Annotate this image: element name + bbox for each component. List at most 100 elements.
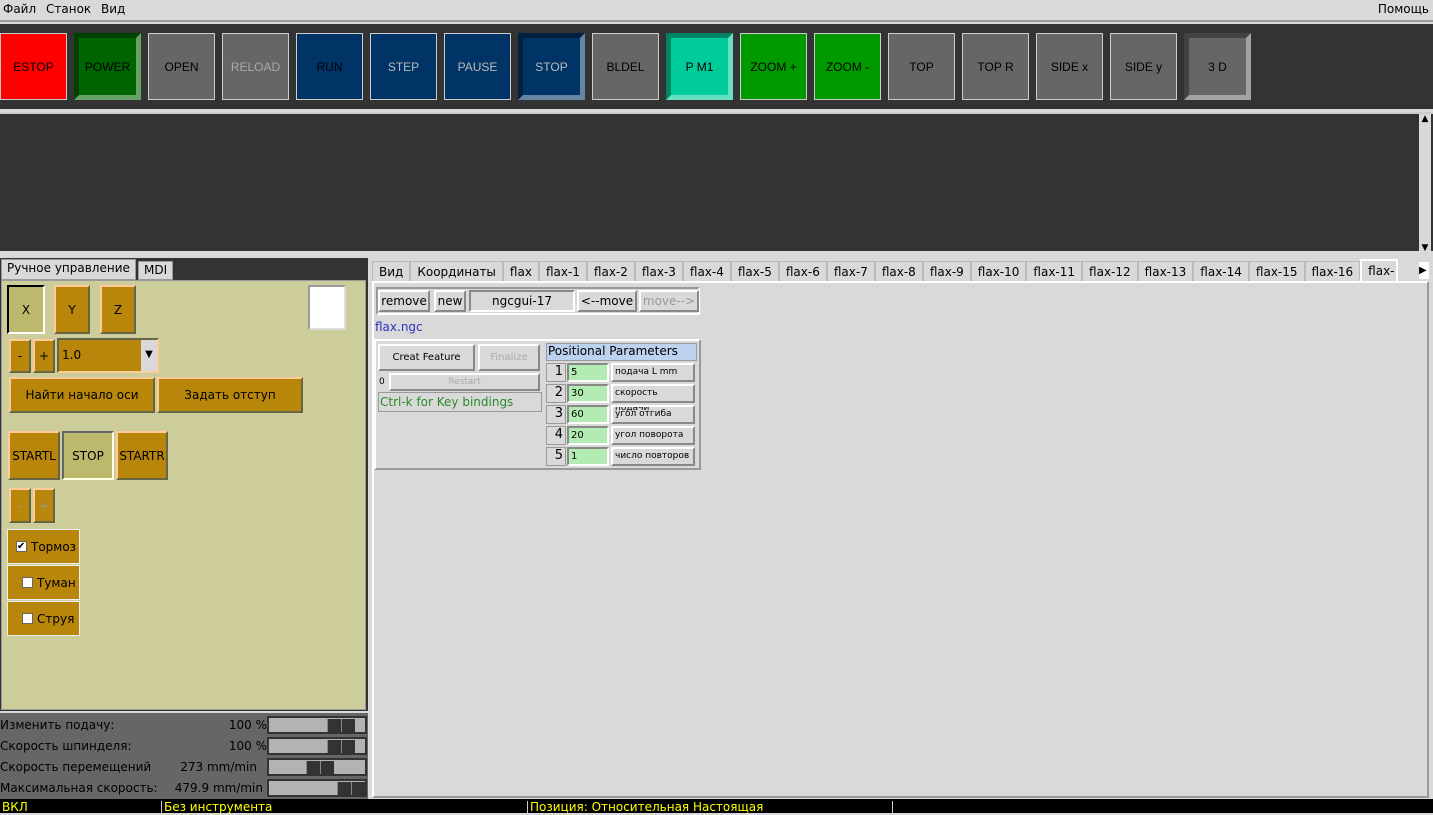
- tab-flax-6[interactable]: flax-6: [778, 261, 827, 281]
- tab-flax-2[interactable]: flax-2: [586, 261, 635, 281]
- checkbox-mist[interactable]: Туман: [7, 565, 80, 600]
- tab-flax-9[interactable]: flax-9: [922, 261, 971, 281]
- pause-button[interactable]: PAUSE: [444, 33, 511, 100]
- slider-row: Максимальная скорость: 479.9 mm/min: [0, 778, 368, 799]
- run-button[interactable]: RUN: [296, 33, 363, 100]
- side-x-button[interactable]: SIDE x: [1036, 33, 1103, 100]
- tab-flax-3[interactable]: flax-3: [634, 261, 683, 281]
- param-label: число повторов: [611, 447, 695, 466]
- param-value-input[interactable]: 60: [567, 405, 609, 424]
- top-button[interactable]: TOP: [888, 33, 955, 100]
- checkbox-icon[interactable]: [22, 613, 33, 624]
- tab-flax-1[interactable]: flax-1: [538, 261, 587, 281]
- reload-button[interactable]: RELOAD: [222, 33, 289, 100]
- axis-z-button[interactable]: Z: [100, 285, 136, 334]
- menu-machine[interactable]: Станок: [46, 2, 91, 16]
- tab-flax-17[interactable]: flax-17: [1360, 259, 1399, 283]
- checkbox-icon[interactable]: ✔: [16, 541, 27, 552]
- p-m1-button[interactable]: P M1: [666, 33, 733, 100]
- tab-flax-12[interactable]: flax-12: [1082, 261, 1138, 281]
- toolbar: ESTOP POWER OPEN RELOAD RUN STEP PAUSE STOP BLDE…: [0, 24, 1433, 109]
- console-scrollbar[interactable]: ▲ ▼: [1419, 114, 1431, 253]
- bldel-button[interactable]: BLDEL: [592, 33, 659, 100]
- move-right-button[interactable]: move-->: [639, 290, 699, 312]
- remove-button[interactable]: remove: [378, 290, 430, 312]
- tab-manual[interactable]: Ручное управление: [1, 259, 136, 280]
- jog-minus-button[interactable]: -: [9, 339, 31, 373]
- key-bindings-hint: Ctrl-k for Key bindings: [378, 392, 542, 412]
- override-slider[interactable]: [267, 737, 367, 755]
- tab-coordinates[interactable]: Координаты: [410, 261, 503, 281]
- menu-bar: Файл Станок Вид Помощь: [0, 0, 1433, 22]
- tab-flax-5[interactable]: flax-5: [730, 261, 779, 281]
- open-button[interactable]: OPEN: [148, 33, 215, 100]
- move-left-button[interactable]: <--move: [577, 290, 637, 312]
- slider-handle[interactable]: [327, 740, 355, 753]
- touch-off-button[interactable]: Задать отступ: [157, 377, 303, 413]
- tab-flax-16[interactable]: flax-16: [1304, 261, 1361, 281]
- tab-flax-8[interactable]: flax-8: [874, 261, 923, 281]
- scroll-down-icon[interactable]: ▼: [1419, 243, 1431, 253]
- tab-flax-11[interactable]: flax-11: [1026, 261, 1083, 281]
- spindle-stop-button[interactable]: STOP: [62, 431, 114, 480]
- tab-view[interactable]: Вид: [372, 261, 411, 281]
- spindle-minus-button[interactable]: -: [9, 488, 31, 523]
- tab-flax-13[interactable]: flax-13: [1137, 261, 1194, 281]
- new-button[interactable]: new: [434, 290, 466, 312]
- tab-flax-10[interactable]: flax-10: [970, 261, 1027, 281]
- 3-d-button[interactable]: 3 D: [1184, 33, 1251, 100]
- step-button[interactable]: STEP: [370, 33, 437, 100]
- override-slider[interactable]: [267, 779, 367, 797]
- tab-flax-15[interactable]: flax-15: [1248, 261, 1305, 281]
- override-slider[interactable]: [267, 758, 367, 776]
- menu-view[interactable]: Вид: [101, 2, 125, 16]
- menu-file[interactable]: Файл: [3, 2, 36, 16]
- zoom-button[interactable]: ZOOM +: [740, 33, 807, 100]
- tab-scroll-right-icon[interactable]: ▶: [1419, 262, 1429, 279]
- checkbox-icon[interactable]: [22, 577, 33, 588]
- tab-flax-4[interactable]: flax-4: [682, 261, 731, 281]
- spindle-startr-button[interactable]: STARTR: [116, 431, 168, 480]
- override-sliders: Изменить подачу: 100 % Скорость шпинделя…: [0, 713, 368, 799]
- tab-mdi[interactable]: MDI: [138, 261, 174, 280]
- axis-y-button[interactable]: Y: [54, 285, 90, 334]
- axis-x-button[interactable]: X: [7, 285, 45, 334]
- estop-button[interactable]: ESTOP: [0, 33, 67, 100]
- feature-count: 0: [379, 377, 385, 387]
- checkbox-label: Туман: [37, 575, 76, 590]
- finalize-button[interactable]: Finalize: [478, 344, 540, 371]
- slider-row: Изменить подачу: 100 %: [0, 715, 368, 736]
- home-axis-button[interactable]: Найти начало оси: [9, 377, 155, 413]
- param-value-input[interactable]: 30: [567, 384, 609, 403]
- slider-handle[interactable]: [306, 761, 334, 774]
- zoom-button[interactable]: ZOOM -: [814, 33, 881, 100]
- param-value-input[interactable]: 20: [567, 426, 609, 445]
- stop-button[interactable]: STOP: [518, 33, 585, 100]
- scroll-up-icon[interactable]: ▲: [1419, 114, 1431, 124]
- tab-flax[interactable]: flax: [502, 261, 539, 281]
- power-button[interactable]: POWER: [74, 33, 141, 100]
- restart-button[interactable]: Restart: [389, 373, 540, 391]
- jog-plus-button[interactable]: +: [33, 339, 55, 373]
- menu-help[interactable]: Помощь: [1378, 2, 1429, 16]
- create-feature-button[interactable]: Creat Feature: [378, 344, 475, 371]
- param-value-input[interactable]: 5: [567, 363, 609, 382]
- increment-select[interactable]: 1.0 ▼: [57, 338, 159, 373]
- tab-flax-14[interactable]: flax-14: [1193, 261, 1249, 281]
- override-slider[interactable]: [267, 716, 367, 734]
- side-y-button[interactable]: SIDE y: [1110, 33, 1177, 100]
- slider-handle[interactable]: [337, 782, 365, 795]
- slider-handle[interactable]: [327, 719, 355, 732]
- tab-flax-7[interactable]: flax-7: [826, 261, 875, 281]
- param-label: угол поворота: [611, 426, 695, 445]
- checkbox-brake[interactable]: ✔ Тормоз: [7, 529, 80, 564]
- param-value-input[interactable]: 1: [567, 447, 609, 466]
- top-r-button[interactable]: TOP R: [962, 33, 1029, 100]
- checkbox-flood[interactable]: Струя: [7, 601, 80, 636]
- spindle-plus-button[interactable]: +: [33, 488, 55, 523]
- page-name-field[interactable]: ngcgui-17: [469, 290, 575, 312]
- chevron-down-icon[interactable]: ▼: [141, 340, 157, 371]
- slider-value: 273 mm/min: [180, 760, 257, 774]
- checkbox-label: Тормоз: [31, 539, 77, 554]
- spindle-startl-button[interactable]: STARTL: [8, 431, 60, 480]
